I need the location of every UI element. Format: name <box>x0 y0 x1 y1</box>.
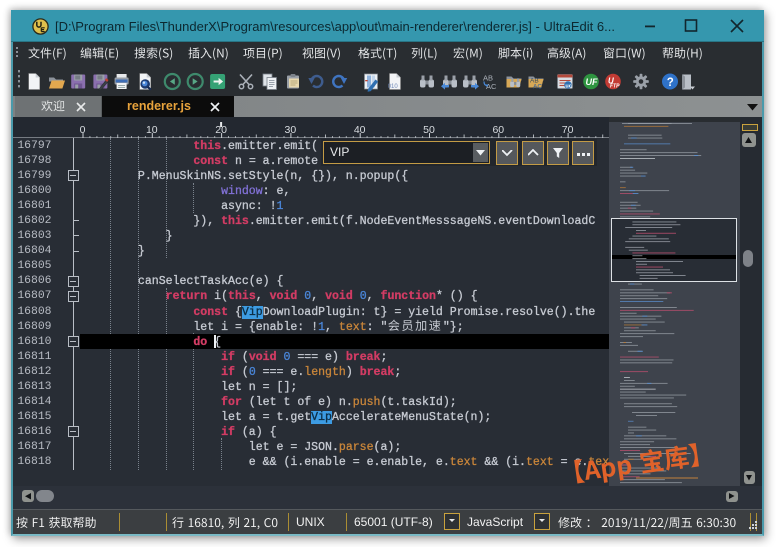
svg-text:?: ? <box>667 77 674 89</box>
svg-text:uc: uc <box>565 83 571 89</box>
svg-text:UF: UF <box>586 77 598 87</box>
svg-text:AC: AC <box>486 82 497 91</box>
svg-text:010: 010 <box>388 84 399 90</box>
svg-text:FTP: FTP <box>610 84 620 90</box>
svg-text:AC: AC <box>533 84 542 91</box>
